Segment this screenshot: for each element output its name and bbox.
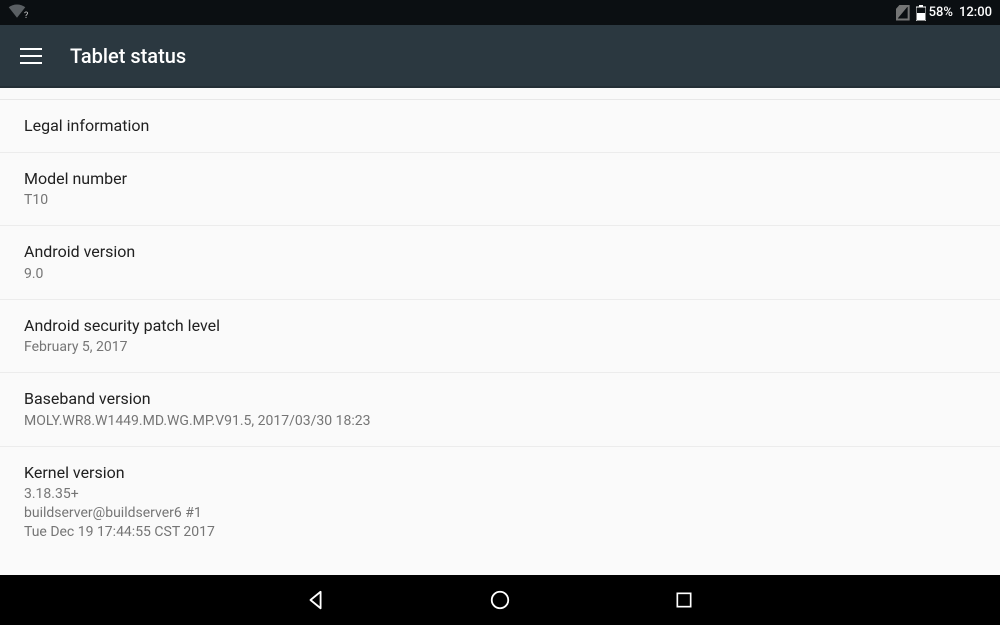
item-title: Baseband version	[24, 388, 976, 410]
item-title: Android security patch level	[24, 315, 976, 337]
item-subtitle: MOLY.WR8.W1449.MD.WG.MP.V91.5, 2017/03/3…	[24, 412, 976, 431]
recents-button[interactable]	[672, 588, 696, 612]
item-baseband-version[interactable]: Baseband version MOLY.WR8.W1449.MD.WG.MP…	[0, 373, 1000, 446]
clock: 12:00	[959, 5, 992, 20]
item-title: Legal information	[24, 115, 976, 137]
app-bar: Tablet status	[0, 25, 1000, 88]
list-gap	[0, 88, 1000, 100]
battery-icon	[916, 5, 926, 21]
item-kernel-version[interactable]: Kernel version 3.18.35+ buildserver@buil…	[0, 447, 1000, 557]
menu-icon[interactable]	[20, 48, 42, 64]
wifi-unknown-badge: ?	[24, 11, 28, 21]
item-subtitle: February 5, 2017	[24, 338, 976, 357]
battery-indicator: 58%	[916, 5, 953, 21]
item-legal-information[interactable]: Legal information	[0, 100, 1000, 153]
settings-list: Legal information Model number T10 Andro…	[0, 88, 1000, 575]
item-android-version[interactable]: Android version 9.0	[0, 226, 1000, 299]
navigation-bar	[0, 575, 1000, 625]
battery-percent: 58%	[929, 5, 953, 20]
page-title: Tablet status	[70, 44, 186, 68]
item-title: Kernel version	[24, 462, 976, 484]
back-button[interactable]	[304, 588, 328, 612]
no-sim-icon	[896, 5, 910, 21]
status-bar: ? 58% 12:00	[0, 0, 1000, 25]
item-title: Model number	[24, 168, 976, 190]
item-model-number[interactable]: Model number T10	[0, 153, 1000, 226]
item-title: Android version	[24, 241, 976, 263]
item-subtitle: 9.0	[24, 265, 976, 284]
item-subtitle: 3.18.35+ buildserver@buildserver6 #1 Tue…	[24, 485, 976, 542]
item-subtitle: T10	[24, 191, 976, 210]
item-security-patch-level[interactable]: Android security patch level February 5,…	[0, 300, 1000, 373]
home-button[interactable]	[488, 588, 512, 612]
